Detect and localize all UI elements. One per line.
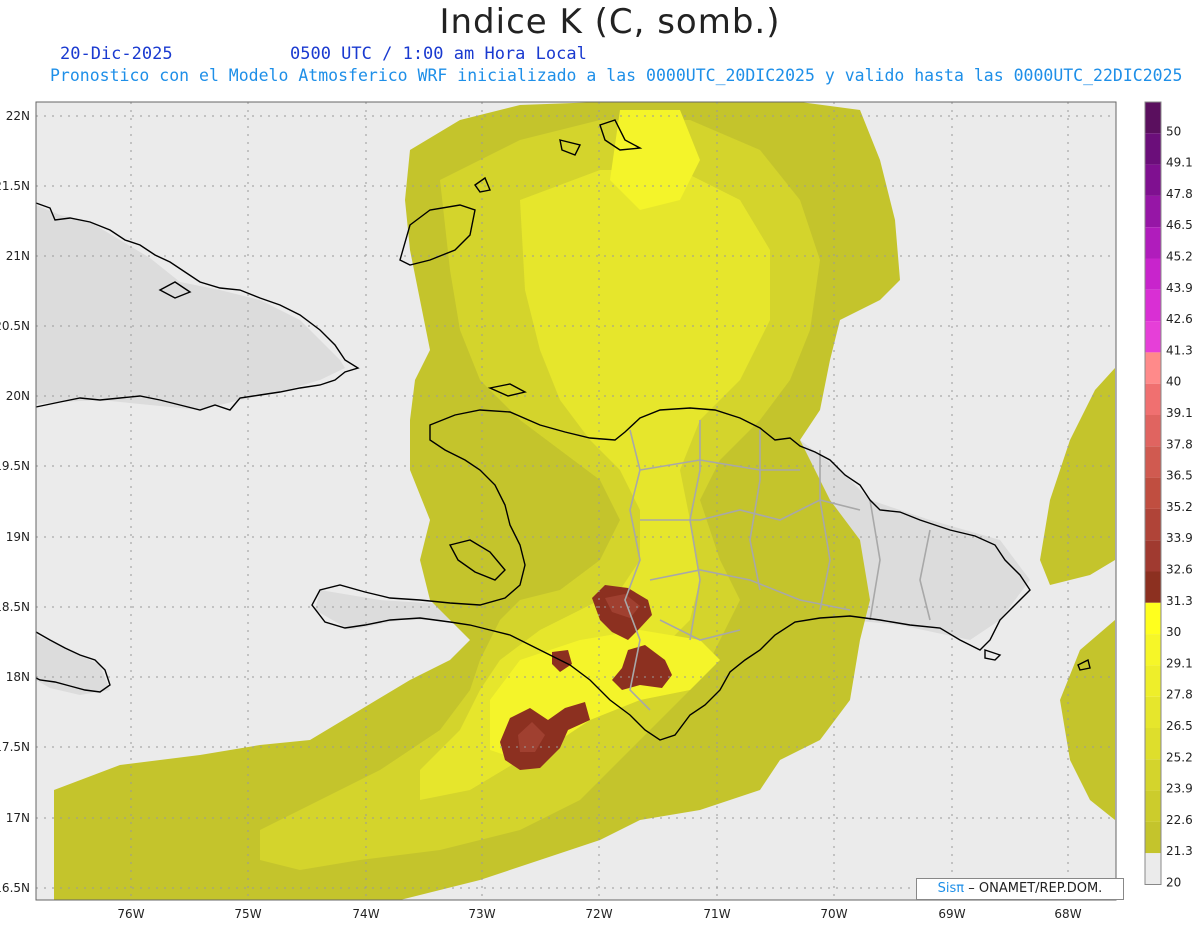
colorbar-swatch: [1145, 634, 1161, 666]
lon-label: 70W: [820, 907, 847, 921]
colorbar-label: 30: [1166, 625, 1181, 639]
lon-label: 73W: [468, 907, 495, 921]
colorbar-swatch: [1145, 383, 1161, 415]
colorbar-label: 25.2: [1166, 750, 1193, 764]
credit-text: – ONAMET/REP.DOM.: [968, 881, 1103, 896]
colorbar-label: 20: [1166, 876, 1181, 890]
lon-label: 69W: [938, 907, 965, 921]
lat-label: 18.5N: [0, 600, 30, 614]
colorbar-swatch: [1145, 728, 1161, 760]
colorbar-swatch: [1145, 790, 1161, 822]
lon-label: 74W: [352, 907, 379, 921]
lat-label: 16.5N: [0, 881, 30, 895]
colorbar: 50 49.1 47.8 46.5 45.2 43.9 42.6 41.3 40 39.1 37.8…: [1144, 101, 1193, 890]
lat-label: 19.5N: [0, 459, 30, 473]
colorbar-label: 35.2: [1166, 500, 1193, 514]
lon-label: 68W: [1054, 907, 1081, 921]
colorbar-label: 27.8: [1166, 688, 1193, 702]
lat-axis: 22N 21.5N 21N 20.5N 20N 19.5N 19N 18.5N …: [0, 109, 30, 895]
colorbar-swatch: [1145, 477, 1161, 509]
lat-label: 18N: [6, 670, 30, 684]
colorbar-swatch: [1145, 352, 1161, 384]
colorbar-label: 42.6: [1166, 312, 1193, 326]
lat-label: 17N: [6, 811, 30, 825]
colorbar-label: 50: [1166, 124, 1181, 138]
colorbar-label: 37.8: [1166, 437, 1193, 451]
lat-label: 22N: [6, 109, 30, 123]
colorbar-swatch: [1145, 415, 1161, 447]
colorbar-label: 47.8: [1166, 187, 1193, 201]
colorbar-swatch: [1145, 759, 1161, 791]
colorbar-label: 22.6: [1166, 813, 1193, 827]
colorbar-swatch: [1145, 258, 1161, 290]
colorbar-label: 40: [1166, 375, 1181, 389]
colorbar-label: 21.3: [1166, 844, 1193, 858]
colorbar-label: 43.9: [1166, 281, 1193, 295]
lon-label: 76W: [117, 907, 144, 921]
lat-label: 21N: [6, 249, 30, 263]
colorbar-swatch: [1145, 821, 1161, 854]
colorbar-label: 31.3: [1166, 594, 1193, 608]
colorbar-label: 23.9: [1166, 782, 1193, 796]
colorbar-label: 39.1: [1166, 406, 1193, 420]
colorbar-label: 46.5: [1166, 218, 1193, 232]
colorbar-swatch: [1145, 289, 1161, 322]
colorbar-label: 33.9: [1166, 531, 1193, 545]
colorbar-swatch: [1145, 321, 1161, 353]
lat-label: 20N: [6, 389, 30, 403]
colorbar-swatch: [1145, 446, 1161, 478]
colorbar-label: 32.6: [1166, 563, 1193, 577]
lon-axis: 76W 75W 74W 73W 72W 71W 70W 69W 68W: [117, 907, 1081, 921]
colorbar-label: 36.5: [1166, 469, 1193, 483]
colorbar-label: 41.3: [1166, 343, 1193, 357]
lat-label: 20.5N: [0, 319, 30, 333]
colorbar-swatch: [1145, 696, 1161, 728]
lat-label: 21.5N: [0, 179, 30, 193]
lon-label: 71W: [703, 907, 730, 921]
colorbar-swatch: [1145, 164, 1161, 196]
lon-label: 75W: [234, 907, 261, 921]
lat-label: 17.5N: [0, 740, 30, 754]
colorbar-swatch: [1145, 540, 1161, 572]
lat-label: 19N: [6, 530, 30, 544]
colorbar-swatch: [1145, 195, 1161, 228]
lon-label: 72W: [585, 907, 612, 921]
colorbar-swatch: [1145, 571, 1161, 603]
sispi-logo: Sisπ: [937, 881, 965, 896]
colorbar-swatch: [1145, 227, 1161, 259]
credit-box: Sisπ – ONAMET/REP.DOM.: [916, 878, 1124, 900]
colorbar-swatch: [1145, 853, 1161, 885]
colorbar-label: 26.5: [1166, 719, 1193, 733]
colorbar-label: 29.1: [1166, 656, 1193, 670]
colorbar-swatch: [1145, 508, 1161, 541]
colorbar-swatch: [1145, 602, 1161, 635]
k-index-map: 22N 21.5N 21N 20.5N 20N 19.5N 19N 18.5N …: [0, 101, 1193, 921]
colorbar-swatch: [1145, 102, 1161, 134]
colorbar-swatch: [1145, 665, 1161, 697]
colorbar-label: 49.1: [1166, 156, 1193, 170]
colorbar-label: 45.2: [1166, 250, 1193, 264]
colorbar-swatch: [1145, 133, 1161, 165]
